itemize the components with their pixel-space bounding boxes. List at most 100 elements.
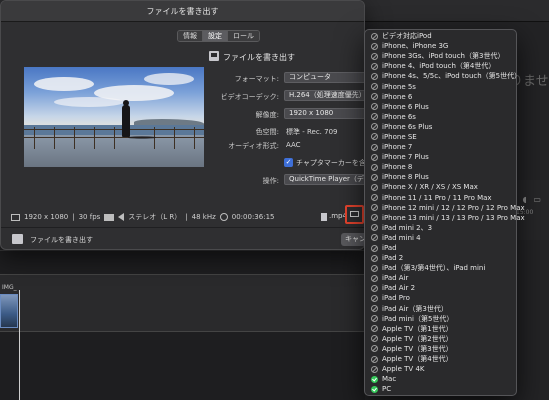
compat-item[interactable]: Apple TV（第4世代）: [365, 354, 516, 364]
compat-item[interactable]: iPhone 5s: [365, 81, 516, 91]
dialog-title: ファイルを書き出す: [146, 7, 219, 16]
clock-icon: [219, 213, 228, 221]
compat-item-label: Apple TV（第4世代）: [382, 355, 453, 364]
compat-item[interactable]: Apple TV（第2世代）: [365, 334, 516, 344]
incompatible-icon: [371, 315, 378, 323]
incompatible-icon: [371, 214, 378, 222]
incompatible-icon: [371, 183, 378, 191]
compat-item[interactable]: iPad Air（第3世代）: [365, 304, 516, 314]
incompatible-icon: [371, 173, 378, 181]
compat-item-label: iPhone 11 / 11 Pro / 11 Pro Max: [382, 193, 492, 202]
playhead[interactable]: [19, 290, 20, 400]
resolution-label: 解像度:: [255, 111, 279, 119]
compatible-check-icon: [371, 375, 378, 383]
incompatible-icon: [371, 204, 378, 212]
compat-item-label: iPhone 3Gs、iPod touch（第3世代）: [382, 52, 505, 61]
incompatible-icon: [371, 72, 378, 80]
compat-item-label: iPhone 8 Plus: [382, 173, 429, 182]
summary-audio: ステレオ（L R）: [128, 213, 182, 221]
compat-item[interactable]: iPad Air: [365, 273, 516, 283]
compat-item[interactable]: iPad 2: [365, 253, 516, 263]
incompatible-icon: [371, 113, 378, 121]
compat-item-label: iPhone 6s Plus: [382, 122, 433, 131]
compat-item-label: iPad mini 4: [382, 233, 421, 242]
compat-item-label: iPhone 6 Plus: [382, 102, 429, 111]
share-dialog: ファイルを書き出す 情報 設定 ロール ファイルを書き出す フォーマット: コン…: [0, 0, 365, 250]
film-icon: [104, 213, 115, 221]
incompatible-icon: [371, 224, 378, 232]
incompatible-icon: [371, 194, 378, 202]
compat-item[interactable]: iPad（第3/第4世代）、iPad mini: [365, 263, 516, 273]
compat-item[interactable]: Apple TV 4K: [365, 364, 516, 374]
compat-item[interactable]: iPhone 4s、5/5c、iPod touch（第5世代）: [365, 71, 521, 81]
display-icon: [11, 213, 20, 221]
resolution-popup[interactable]: 1920 x 1080: [284, 108, 364, 119]
action-popup[interactable]: QuickTime Player（デフォルト）: [284, 174, 364, 185]
incompatible-icon: [371, 143, 378, 151]
timeline-track: [0, 274, 365, 332]
action-label: 操作:: [262, 177, 279, 185]
compat-item[interactable]: iPhone 7: [365, 142, 516, 152]
format-popup[interactable]: コンピュータ: [284, 72, 364, 83]
footer-divider: [1, 227, 364, 228]
incompatible-icon: [371, 133, 378, 141]
compat-item[interactable]: iPhone 8 Plus: [365, 172, 516, 182]
compat-item[interactable]: iPhone、iPhone 3G: [365, 41, 516, 51]
compat-item[interactable]: PC: [365, 384, 516, 394]
compat-item[interactable]: iPhone 7 Plus: [365, 152, 516, 162]
compat-item[interactable]: Apple TV（第3世代）: [365, 344, 516, 354]
compat-item[interactable]: Mac: [365, 374, 516, 384]
compat-item[interactable]: iPhone 6 Plus: [365, 102, 516, 112]
chapter-markers-label: チャプタマーカーを含める: [296, 159, 364, 167]
compat-item[interactable]: iPhone 8: [365, 162, 516, 172]
compat-item[interactable]: iPad mini（第5世代）: [365, 314, 516, 324]
compat-item[interactable]: iPhone SE: [365, 132, 516, 142]
tab-info[interactable]: 情報: [178, 31, 203, 41]
compat-item-label: iPhone 6: [382, 92, 413, 101]
compatibility-button[interactable]: [345, 205, 364, 224]
cancel-button[interactable]: キャンセル: [341, 233, 364, 246]
summary-fps: 30 fps: [78, 213, 101, 221]
preview-post: [194, 127, 195, 149]
compat-item-label: PC: [382, 385, 392, 394]
compat-item[interactable]: iPhone 3Gs、iPod touch（第3世代）: [365, 51, 516, 61]
incompatible-icon: [371, 305, 378, 313]
chapter-markers-checkbox[interactable]: ✓: [284, 158, 293, 167]
incompatible-icon: [371, 93, 378, 101]
incompatible-icon: [371, 83, 378, 91]
compat-item[interactable]: iPhone 6: [365, 92, 516, 102]
compat-item-label: iPhone 4s、5/5c、iPod touch（第5世代）: [382, 72, 522, 81]
compat-item[interactable]: iPad: [365, 243, 516, 253]
compat-item[interactable]: iPhone 11 / 11 Pro / 11 Pro Max: [365, 193, 516, 203]
compat-item[interactable]: iPad Air 2: [365, 283, 516, 293]
share-destination-icon: [209, 51, 219, 61]
compat-item[interactable]: iPad Pro: [365, 293, 516, 303]
incompatible-icon: [371, 264, 378, 272]
compat-item-label: iPad mini 2、3: [382, 223, 433, 232]
compat-item[interactable]: iPhone 13 mini / 13 / 13 Pro / 13 Pro Ma…: [365, 213, 525, 223]
compat-item[interactable]: Apple TV（第1世代）: [365, 324, 516, 334]
speaker-icon: [118, 213, 125, 221]
preview-post: [54, 127, 55, 149]
incompatible-icon: [371, 345, 378, 353]
timeline-clip[interactable]: [0, 294, 18, 328]
incompatible-icon: [371, 254, 378, 262]
codec-popup[interactable]: H.264（処理速度優先）: [284, 90, 364, 101]
compat-item-label: iPhone 8: [382, 163, 413, 172]
compat-item-label: iPhone 13 mini / 13 / 13 Pro / 13 Pro Ma…: [382, 213, 525, 222]
compat-item[interactable]: iPhone 12 mini / 12 / 12 Pro / 12 Pro Ma…: [365, 203, 525, 213]
compat-item[interactable]: iPhone 4、iPod touch（第4世代）: [365, 61, 516, 71]
tab-roles[interactable]: ロール: [228, 31, 259, 41]
compat-item[interactable]: iPad mini 2、3: [365, 223, 516, 233]
compat-item[interactable]: iPhone X / XR / XS / XS Max: [365, 182, 516, 192]
audio-format-label: オーディオ形式:: [228, 142, 279, 150]
compat-item[interactable]: iPad mini 4: [365, 233, 516, 243]
compat-item[interactable]: iPhone 6s: [365, 112, 516, 122]
footer-title: ファイルを書き出す: [30, 236, 93, 244]
incompatible-icon: [371, 244, 378, 252]
compat-item[interactable]: ビデオ対応iPod: [365, 31, 516, 41]
compat-item-label: iPad Air: [382, 274, 409, 283]
compat-item[interactable]: iPhone 6s Plus: [365, 122, 516, 132]
incompatible-icon: [371, 52, 378, 60]
tab-settings[interactable]: 設定: [203, 31, 228, 41]
